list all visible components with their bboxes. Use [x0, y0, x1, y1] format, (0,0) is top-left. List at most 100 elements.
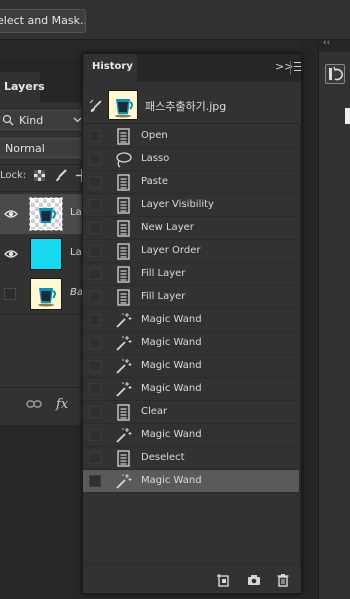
history-state-label: Paste — [141, 176, 168, 187]
history-state-label: Open — [141, 130, 168, 141]
collapse-to-icons-button[interactable]: >> — [275, 60, 293, 74]
history-state-row[interactable]: Magic Wand — [83, 378, 299, 401]
tab-history[interactable]: History — [84, 54, 137, 82]
history-state-label: Magic Wand — [141, 314, 202, 325]
eye-icon[interactable] — [4, 208, 18, 220]
blend-mode-select[interactable]: Normal — [0, 138, 90, 158]
history-state-row[interactable]: Magic Wand — [83, 309, 299, 332]
cup-image — [39, 208, 56, 223]
history-state-row[interactable]: Fill Layer — [83, 263, 299, 286]
lock-image-pixels-icon[interactable] — [55, 169, 67, 182]
history-state-label: Lasso — [141, 153, 170, 164]
history-brush-source-checkbox[interactable] — [89, 222, 101, 234]
history-state-row[interactable]: Clear — [83, 401, 299, 424]
history-state-row[interactable]: Layer Visibility — [83, 194, 299, 217]
history-brush-source-checkbox[interactable] — [89, 429, 101, 441]
document-icon — [117, 450, 130, 467]
magic-wand-icon — [116, 359, 132, 374]
history-footer — [83, 564, 301, 593]
eye-icon[interactable] — [4, 248, 18, 260]
history-brush-source-checkbox[interactable] — [89, 314, 101, 326]
history-brush-source-checkbox[interactable] — [89, 360, 101, 372]
document-icon — [117, 174, 130, 191]
magic-wand-icon — [116, 382, 132, 397]
chevron-down-icon — [73, 117, 82, 123]
panel-dock-strip — [300, 40, 318, 599]
history-brush-source-checkbox[interactable] — [89, 176, 101, 188]
layer-filter-select[interactable]: Kind — [0, 110, 90, 130]
panel-menu-icon[interactable] — [294, 62, 301, 72]
scrollbar[interactable] — [299, 125, 301, 565]
history-brush-source-checkbox[interactable] — [89, 268, 101, 280]
history-brush-source-checkbox[interactable] — [89, 153, 101, 165]
history-state-label: Fill Layer — [141, 268, 186, 279]
history-brush-source-checkbox[interactable] — [89, 245, 101, 257]
history-state-row[interactable]: Magic Wand — [83, 470, 299, 493]
history-state-label: Magic Wand — [141, 429, 202, 440]
options-bar: elect and Mask... — [0, 0, 350, 40]
history-state-row[interactable]: New Layer — [83, 217, 299, 240]
history-states-list: Open Lasso Paste Layer Visibility New Layer L… — [83, 125, 299, 493]
lock-label: Lock: — [0, 170, 27, 181]
divider — [0, 314, 90, 315]
dock-history-button[interactable] — [325, 64, 345, 84]
trash-icon[interactable] — [276, 573, 290, 587]
history-state-label: Magic Wand — [141, 383, 202, 394]
tab-layers[interactable]: Layers — [0, 72, 45, 102]
history-brush-source-checkbox[interactable] — [89, 475, 101, 487]
history-brush-source-checkbox[interactable] — [89, 383, 101, 395]
snapshot-name: 패스추출하기.jpg — [145, 100, 227, 113]
layer-row[interactable]: Lay — [0, 234, 90, 274]
history-state-row[interactable]: Open — [83, 125, 299, 148]
history-tab-bar: History >> — [83, 54, 301, 82]
history-state-label: Fill Layer — [141, 291, 186, 302]
history-state-row[interactable]: Lasso — [83, 148, 299, 171]
history-panel: History >> 패스추출하기.jpg Open Lasso Paste Laye… — [82, 53, 302, 594]
history-brush-source-checkbox[interactable] — [89, 406, 101, 418]
layer-row[interactable]: Lay — [0, 194, 90, 234]
cup-image — [115, 99, 133, 118]
snapshot-row[interactable]: 패스추출하기.jpg — [83, 86, 299, 124]
history-brush-source-icon[interactable] — [89, 99, 103, 113]
lock-transparent-pixels-icon[interactable] — [34, 170, 45, 181]
fx-icon[interactable]: fx — [55, 396, 73, 412]
document-icon — [117, 266, 130, 283]
layer-row[interactable]: Ba — [0, 274, 90, 314]
history-state-row[interactable]: Magic Wand — [83, 332, 299, 355]
dock-panel-button[interactable] — [345, 108, 350, 124]
history-state-label: Magic Wand — [141, 337, 202, 348]
layers-tab-bar: Layers — [0, 60, 90, 102]
visibility-toggle[interactable] — [4, 288, 16, 300]
document-icon — [117, 197, 130, 214]
collapse-dock-icon[interactable]: ‹‹ — [323, 38, 330, 48]
history-brush-source-checkbox[interactable] — [89, 199, 101, 211]
layers-footer: fx — [0, 387, 90, 425]
history-state-row[interactable]: Deselect — [83, 447, 299, 470]
divider — [290, 61, 291, 75]
link-layers-icon[interactable] — [26, 399, 42, 409]
svg-text:fx: fx — [55, 397, 69, 412]
cup-image — [38, 288, 56, 307]
history-brush-source-checkbox[interactable] — [89, 291, 101, 303]
document-icon — [117, 243, 130, 260]
history-state-row[interactable]: Magic Wand — [83, 424, 299, 447]
new-document-from-state-icon[interactable] — [216, 573, 230, 587]
lock-row: Lock: — [0, 167, 90, 185]
document-icon — [117, 404, 130, 421]
history-state-row[interactable]: Paste — [83, 171, 299, 194]
history-state-label: Deselect — [141, 452, 185, 463]
search-icon — [2, 114, 14, 126]
history-brush-source-checkbox[interactable] — [89, 337, 101, 349]
camera-icon[interactable] — [247, 573, 261, 587]
history-state-row[interactable]: Fill Layer — [83, 286, 299, 309]
history-state-row[interactable]: Layer Order — [83, 240, 299, 263]
layer-thumbnail — [29, 197, 63, 231]
history-state-row[interactable]: Magic Wand — [83, 355, 299, 378]
magic-wand-icon — [116, 313, 132, 328]
snapshot-thumbnail — [108, 90, 138, 120]
layer-thumbnail — [30, 278, 62, 310]
filter-kind-value: Kind — [19, 114, 44, 127]
select-and-mask-button[interactable]: elect and Mask... — [0, 9, 86, 33]
history-brush-source-checkbox[interactable] — [89, 452, 101, 464]
history-brush-source-checkbox[interactable] — [89, 130, 101, 142]
